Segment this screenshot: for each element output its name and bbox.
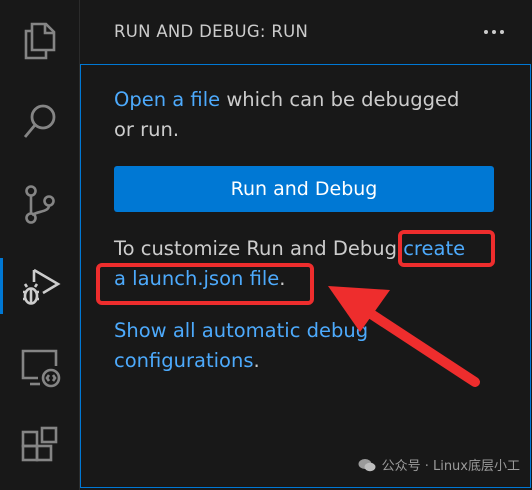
- activity-run-and-debug[interactable]: [0, 250, 80, 322]
- annotation-arrow-icon: [328, 286, 480, 387]
- intro-text-1: which can be debugged: [220, 88, 460, 111]
- sidebar-header: RUN AND DEBUG: RUN: [80, 0, 532, 64]
- open-file-link[interactable]: Open a file: [114, 88, 220, 111]
- show-all-configs-link-2[interactable]: configurations: [114, 349, 254, 372]
- run-debug-icon: [23, 268, 61, 305]
- sidebar-title: RUN AND DEBUG: RUN: [114, 22, 309, 41]
- watermark-text: 公众号 · Linux底层小工: [381, 459, 520, 474]
- intro-line-2: or run.: [114, 118, 180, 141]
- files-icon: [24, 22, 56, 60]
- activity-search[interactable]: [0, 86, 80, 158]
- show-all-line-2: configurations.: [114, 346, 260, 376]
- activity-explorer[interactable]: [0, 4, 80, 76]
- ellipsis-icon: [484, 30, 488, 34]
- search-icon: [23, 104, 56, 138]
- watermark: 公众号 · Linux底层小工: [358, 455, 520, 474]
- period-2: .: [253, 349, 260, 372]
- more-actions-button[interactable]: [480, 18, 508, 46]
- annotation-box-launch-json: [96, 263, 314, 305]
- source-control-icon: [25, 185, 55, 224]
- intro-line-1: Open a file which can be debugged: [114, 85, 459, 115]
- customize-text: To customize Run and Debug: [114, 237, 404, 260]
- activity-extensions[interactable]: [0, 410, 80, 482]
- extensions-icon: [21, 426, 58, 462]
- activity-source-control[interactable]: [0, 168, 80, 240]
- activity-bar: [0, 0, 80, 490]
- remote-explorer-icon: [21, 349, 61, 388]
- activity-remote-explorer[interactable]: [0, 330, 80, 402]
- wechat-icon: [358, 458, 376, 471]
- run-and-debug-button[interactable]: Run and Debug: [114, 166, 494, 212]
